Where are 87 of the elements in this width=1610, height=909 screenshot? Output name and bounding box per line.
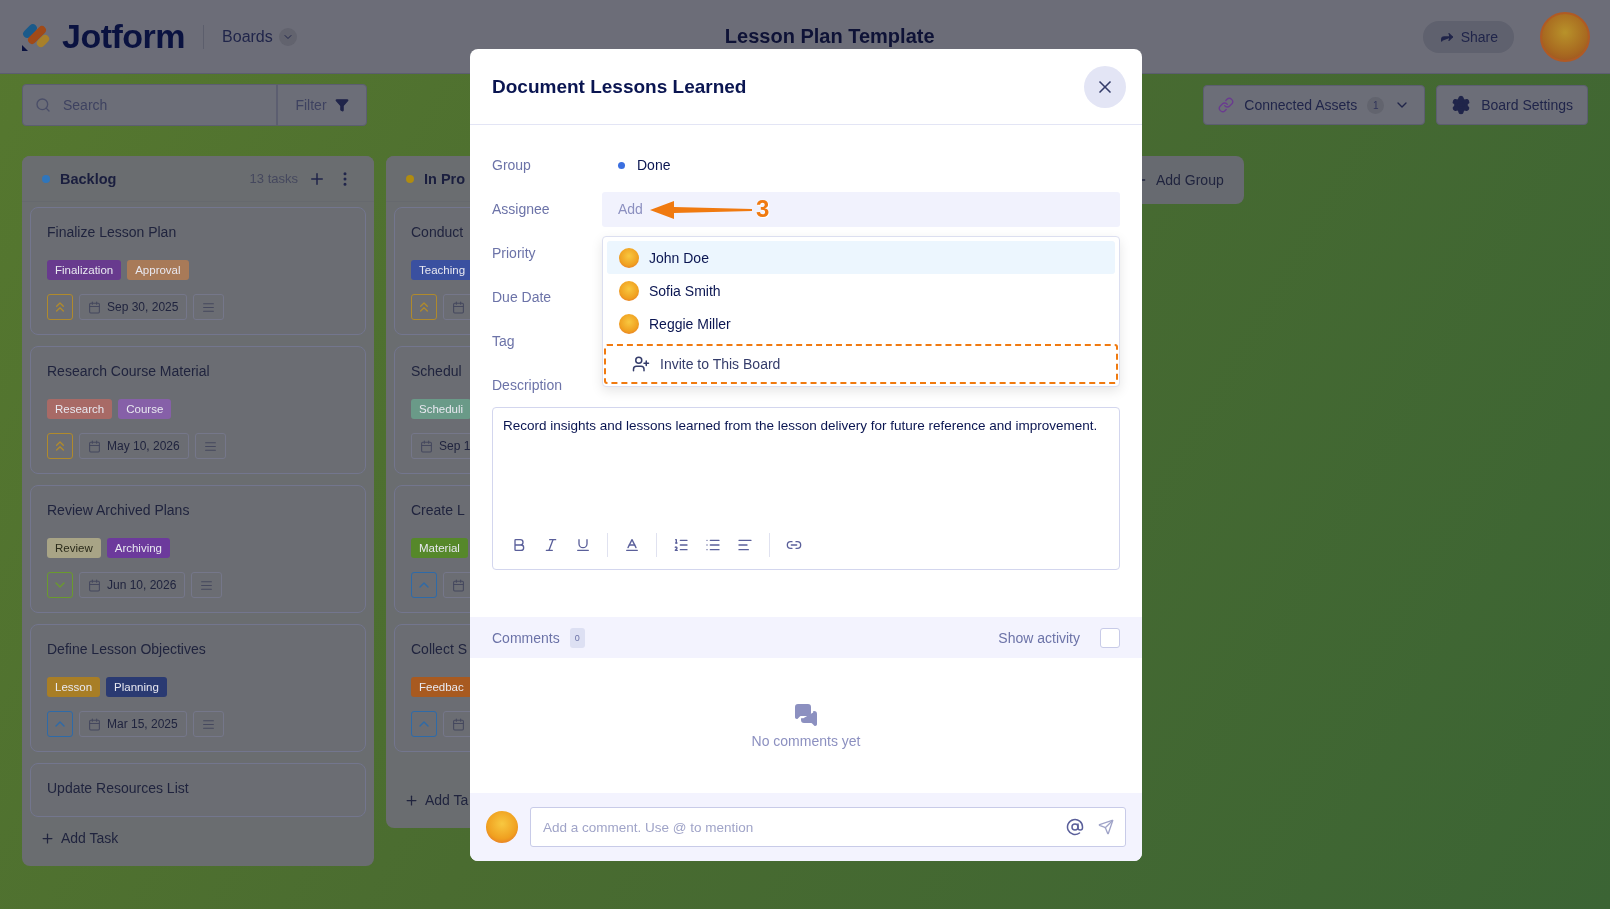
comments-label: Comments <box>492 629 560 646</box>
card-title: Update Resources List <box>47 780 189 796</box>
column-title: Backlog <box>60 170 117 187</box>
card-title: Research Course Material <box>47 363 210 379</box>
column-title: In Pro <box>424 170 466 187</box>
card-title: Review Archived Plans <box>47 502 190 518</box>
field-label: Group <box>492 157 532 173</box>
show-activity-label: Show activity <box>998 629 1080 646</box>
filter-icon <box>334 98 349 112</box>
notes-icon <box>200 578 214 592</box>
plus-icon <box>404 792 419 808</box>
avatar-icon <box>619 247 639 268</box>
field-label: Due Date <box>492 289 553 305</box>
link-icon <box>1218 97 1235 113</box>
comment-field[interactable]: Add a comment. Use @ to mention <box>530 807 1126 847</box>
due-date: Sep 30, 2025 <box>79 294 188 320</box>
tag: Material <box>411 538 468 558</box>
calendar-icon <box>88 578 101 592</box>
mention-icon[interactable] <box>1066 818 1084 836</box>
bold-icon[interactable] <box>511 537 527 553</box>
boards-menu[interactable]: Boards <box>222 27 297 46</box>
invite-option[interactable]: Invite to This Board <box>604 344 1118 384</box>
calendar-icon <box>452 300 465 314</box>
chat-icon <box>794 702 818 727</box>
calendar-icon <box>88 717 101 731</box>
card-title: Finalize Lesson Plan <box>47 224 177 240</box>
group-value: Done <box>637 157 671 173</box>
user-option[interactable]: Reggie Miller <box>607 307 1115 340</box>
field-label: Description <box>492 377 564 393</box>
logo-text: Jotform <box>62 17 186 56</box>
tag: Review <box>47 538 101 558</box>
settings-icon <box>1451 95 1472 115</box>
user-option[interactable]: John Doe <box>607 241 1115 274</box>
description-editor[interactable]: Record insights and lessons learned from the lesson delivery for future reference and improvement. <box>492 407 1120 570</box>
calendar-icon <box>452 717 465 731</box>
notes-icon <box>201 717 215 731</box>
text-color-icon[interactable] <box>624 537 640 553</box>
tag: Planning <box>106 677 167 697</box>
tag: Scheduli <box>411 399 472 419</box>
tag: Lesson <box>47 677 101 697</box>
tag: Archiving <box>106 538 171 558</box>
chevron-down-icon <box>278 27 297 46</box>
due-date: May 10, 2026 <box>79 433 189 459</box>
card-title: Schedul <box>411 363 462 379</box>
user-option[interactable]: Sofia Smith <box>607 274 1115 307</box>
numbered-list-icon[interactable] <box>673 537 689 553</box>
dialog-title: Document Lessons Learned <box>492 75 748 98</box>
card-title: Define Lesson Objectives <box>47 641 206 657</box>
add-task-button[interactable]: Add Ta <box>386 780 487 828</box>
count-badge: 0 <box>569 627 585 648</box>
avatar-icon <box>619 280 639 301</box>
bullet-list-icon[interactable] <box>705 537 721 553</box>
close-button[interactable] <box>1084 65 1126 108</box>
show-activity-checkbox[interactable] <box>1100 627 1120 648</box>
tag: Approval <box>127 260 189 280</box>
empty-message: No comments yet <box>751 732 861 749</box>
calendar-icon <box>452 578 465 592</box>
calendar-icon <box>88 439 101 453</box>
description-text: Record insights and lessons learned from the lesson delivery for future reference and improvement. <box>503 417 1099 435</box>
italic-icon[interactable] <box>543 537 559 553</box>
tag: Research <box>47 399 113 419</box>
card-title: Conduct <box>411 224 464 240</box>
tag: Course <box>118 399 172 419</box>
calendar-icon <box>88 300 101 314</box>
user-avatar <box>486 811 518 843</box>
field-label: Priority <box>492 245 537 261</box>
field-label: Tag <box>492 333 516 349</box>
board-title: Lesson Plan Template <box>723 25 936 48</box>
avatar-icon <box>619 313 639 334</box>
invite-icon <box>632 355 650 373</box>
notes-icon <box>202 300 216 314</box>
plus-icon <box>40 830 55 846</box>
due-date: Mar 15, 2025 <box>79 711 187 737</box>
step-number: 3 <box>756 194 770 223</box>
align-icon[interactable] <box>737 537 753 553</box>
tag: Finalization <box>47 260 122 280</box>
calendar-icon <box>420 439 433 453</box>
underline-icon[interactable] <box>575 537 591 553</box>
field-label: Assignee <box>492 201 551 217</box>
card-title: Collect S <box>411 641 468 657</box>
tag: Feedbac <box>411 677 472 697</box>
board-settings-button[interactable]: Board Settings <box>1436 85 1588 125</box>
share-button[interactable]: Share <box>1422 20 1514 53</box>
add-task-button[interactable]: Add Task <box>22 818 137 866</box>
due-date: Jun 10, 2026 <box>79 572 186 598</box>
card-title: Create L <box>411 502 465 518</box>
notes-icon <box>203 439 217 453</box>
